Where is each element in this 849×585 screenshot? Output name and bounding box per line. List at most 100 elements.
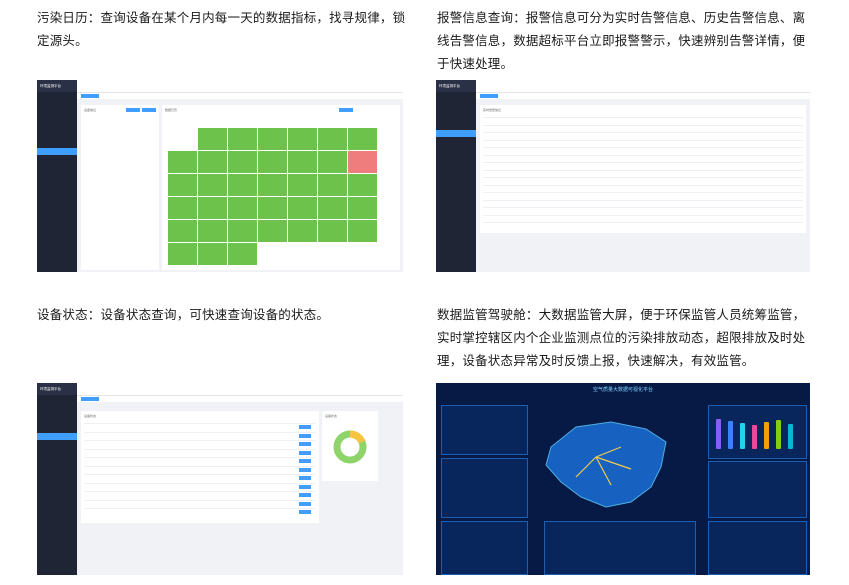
calendar-day-cell[interactable] xyxy=(228,128,257,150)
left-panel-middle xyxy=(441,458,528,518)
query-button[interactable] xyxy=(126,108,140,112)
sidebar-item[interactable] xyxy=(436,94,476,101)
alarm-description: 报警信息查询：报警信息可分为实时告警信息、历史告警信息、离线告警信息，数据超标平… xyxy=(437,10,806,71)
sidebar-item[interactable] xyxy=(37,175,77,182)
calendar-day-cell[interactable] xyxy=(318,174,347,196)
app-title: 环境监测平台 xyxy=(37,383,77,395)
sidebar-item[interactable] xyxy=(37,397,77,404)
calendar-day-cell[interactable] xyxy=(258,128,287,150)
calendar-day-cell[interactable] xyxy=(168,197,197,219)
calendar-day-cell[interactable] xyxy=(258,197,287,219)
calendar-day-cell[interactable] xyxy=(348,151,377,173)
sidebar-item[interactable] xyxy=(37,112,77,119)
sidebar-item[interactable] xyxy=(37,424,77,431)
row-action-button[interactable] xyxy=(299,433,311,438)
calendar-day-cell[interactable] xyxy=(228,243,257,265)
tab-active[interactable] xyxy=(480,94,498,98)
calendar-day-cell[interactable] xyxy=(168,220,197,242)
row-action-button[interactable] xyxy=(299,450,311,455)
row-action-button[interactable] xyxy=(299,459,311,463)
sidebar-item[interactable] xyxy=(436,121,476,128)
sidebar-item[interactable] xyxy=(37,415,77,422)
calendar-description: 污染日历：查询设备在某个月内每一天的数据指标，找寻规律，锁定源头。 xyxy=(37,10,406,48)
calendar-day-cell[interactable] xyxy=(288,151,317,173)
row-action-button[interactable] xyxy=(299,493,311,497)
sidebar-item[interactable] xyxy=(37,94,77,101)
sidebar-item[interactable] xyxy=(436,148,476,155)
app-title: 环境监测平台 xyxy=(436,80,476,92)
table-row xyxy=(84,482,316,484)
calendar-day-cell[interactable] xyxy=(318,151,347,173)
sidebar-item[interactable] xyxy=(37,166,77,173)
calendar-day-cell[interactable] xyxy=(348,197,377,219)
row-action-button[interactable] xyxy=(299,484,311,489)
sidebar-item[interactable] xyxy=(37,451,77,458)
table-row xyxy=(483,132,803,133)
sidebar-item[interactable] xyxy=(436,139,476,146)
cylinder-bar xyxy=(776,420,781,449)
tab-active[interactable] xyxy=(81,397,99,401)
export-button[interactable] xyxy=(142,108,156,112)
sidebar-item[interactable] xyxy=(37,139,77,146)
calendar-day-cell[interactable] xyxy=(198,174,227,196)
cockpit-description: 数据监管驾驶舱：大数据监管大屏，便于环保监管人员统筹监管，实时掌控辖区内个企业监… xyxy=(437,307,806,368)
sidebar-item[interactable] xyxy=(436,103,476,110)
row-action-button[interactable] xyxy=(299,476,311,480)
table-row xyxy=(483,154,803,156)
row-action-button[interactable] xyxy=(299,442,311,446)
calendar-day-cell[interactable] xyxy=(318,197,347,219)
calendar-day-cell[interactable] xyxy=(288,128,317,150)
calendar-day-cell[interactable] xyxy=(288,197,317,219)
sidebar-item[interactable] xyxy=(37,460,77,467)
calendar-day-cell[interactable] xyxy=(258,174,287,196)
tab-bar xyxy=(77,396,403,402)
row-action-button[interactable] xyxy=(299,510,311,514)
calendar-day-cell[interactable] xyxy=(318,128,347,150)
calendar-day-cell[interactable] xyxy=(168,151,197,173)
sidebar-item[interactable] xyxy=(37,130,77,137)
tab-active[interactable] xyxy=(81,94,99,98)
table-row xyxy=(483,169,803,171)
calendar-day-cell[interactable] xyxy=(228,151,257,173)
tab-bar xyxy=(476,93,810,99)
calendar-day-cell[interactable] xyxy=(228,197,257,219)
calendar-day-cell[interactable] xyxy=(228,220,257,242)
panel-title: 实时告警信息 xyxy=(483,108,502,112)
sidebar-item[interactable] xyxy=(37,406,77,413)
sidebar-item-active[interactable] xyxy=(37,148,77,155)
sidebar-item[interactable] xyxy=(37,103,77,110)
row-action-button[interactable] xyxy=(299,425,311,429)
calendar-day-cell[interactable] xyxy=(318,220,347,242)
calendar-day-cell[interactable] xyxy=(198,197,227,219)
calendar-day-cell[interactable] xyxy=(198,243,227,265)
calendar-day-cell[interactable] xyxy=(228,174,257,196)
sidebar-item-active[interactable] xyxy=(436,130,476,137)
sidebar-item[interactable] xyxy=(37,157,77,164)
calendar-day-cell[interactable] xyxy=(198,151,227,173)
sidebar-item[interactable] xyxy=(37,121,77,128)
row-action-button[interactable] xyxy=(299,467,311,472)
calendar-day-cell[interactable] xyxy=(348,128,377,150)
cockpit-title: 空气质量大数据可视化平台 xyxy=(592,387,653,393)
sidebar-item[interactable] xyxy=(436,157,476,164)
calendar-day-cell[interactable] xyxy=(258,151,287,173)
month-selector[interactable] xyxy=(339,108,353,112)
calendar-day-cell[interactable] xyxy=(168,174,197,196)
table-row xyxy=(483,222,803,223)
sidebar-item-active[interactable] xyxy=(37,433,77,440)
calendar-day-cell[interactable] xyxy=(198,128,227,150)
calendar-day-cell[interactable] xyxy=(288,174,317,196)
calendar-day-cell[interactable] xyxy=(198,220,227,242)
calendar-day-cell[interactable] xyxy=(258,220,287,242)
calendar-day-cell[interactable] xyxy=(348,220,377,242)
calendar-day-cell[interactable] xyxy=(348,174,377,196)
table-row xyxy=(84,431,316,433)
calendar-day-cell[interactable] xyxy=(288,220,317,242)
sidebar-item[interactable] xyxy=(436,112,476,119)
row-action-button[interactable] xyxy=(299,501,311,506)
app-title: 环境监测平台 xyxy=(37,80,77,92)
calendar-day-cell[interactable] xyxy=(168,243,197,265)
table-row xyxy=(483,214,803,216)
sidebar-item[interactable] xyxy=(37,442,77,449)
sidebar-item[interactable] xyxy=(436,166,476,173)
